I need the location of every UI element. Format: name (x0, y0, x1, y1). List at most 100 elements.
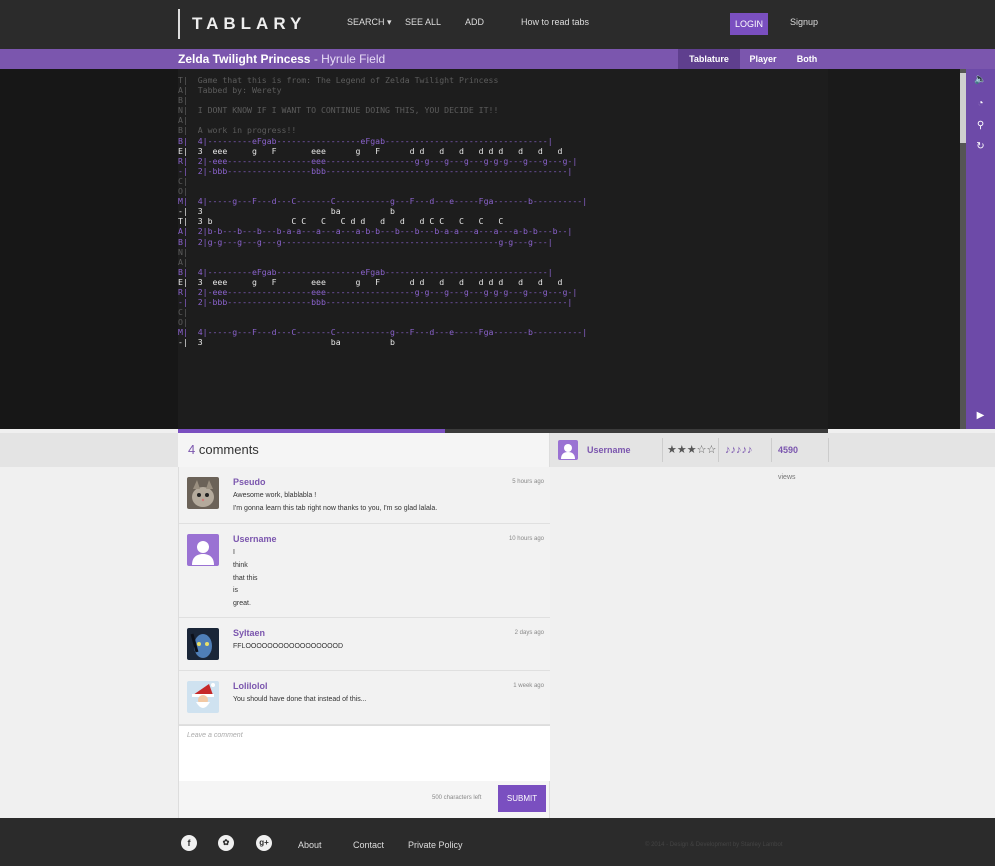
footer-link-contact[interactable]: Contact (353, 840, 384, 850)
tab-line: N| I DONT KNOW IF I WANT TO CONTINUE DOI… (178, 105, 499, 116)
cat-avatar[interactable] (187, 477, 219, 509)
song-title: Zelda Twilight Princess - Hyrule Field (178, 51, 385, 67)
tab-line: -| 3 ba b (178, 337, 395, 348)
tab-line: A| Tabbed by: Werety (178, 85, 282, 96)
characters-left: 500 characters left (432, 795, 482, 801)
divider (662, 438, 663, 462)
tab-line: T| Game that this is from: The Legend of… (178, 75, 499, 85)
comment-text: You should have done that instead of thi… (233, 696, 367, 703)
search-icon[interactable]: ⚲ (966, 120, 995, 131)
views-label: views (778, 474, 796, 481)
tab-both[interactable]: Both (786, 49, 828, 69)
right-gutter (828, 69, 960, 429)
top-nav: TABLARY SEARCH ▾ SEE ALL ADD How to read… (0, 0, 995, 49)
rating-stars: ★★★☆☆ (667, 444, 717, 456)
speed-gauge-icon[interactable]: ◔ (966, 98, 995, 109)
comments-header: 4 comments (178, 433, 550, 467)
copyright: © 2014 - Design & Development by Stanley… (645, 842, 783, 848)
default-avatar[interactable] (187, 534, 219, 566)
difficulty-notes: ♪♪♪♪♪ (725, 444, 753, 456)
nav-see-all[interactable]: SEE ALL (405, 17, 441, 27)
tab-line: E| 3 eee g F eee g F d d d d d d d d d d (178, 145, 563, 156)
nav-search[interactable]: SEARCH ▾ (347, 17, 392, 28)
comment-author[interactable]: Username (233, 534, 277, 544)
santa-avatar[interactable] (187, 681, 219, 713)
tab-line: A| 2|b-b---b---b---b-a-a---a---a---a-b-b… (178, 226, 573, 237)
nav-add[interactable]: ADD (465, 17, 484, 27)
footer: f ✿ g+ About Contact Private Policy © 20… (0, 818, 995, 866)
tablature-text: T| Game that this is from: The Legend of… (178, 75, 828, 348)
tab-line: C| (178, 175, 188, 186)
login-button[interactable]: LOGIN (730, 13, 768, 35)
tab-player[interactable]: Player (741, 49, 785, 69)
comment-item: Pseudo 5 hours ago Awesome work, blablab… (179, 467, 550, 524)
tab-line: N| (178, 246, 188, 257)
tab-line: O| (178, 317, 188, 328)
tab-line: O| (178, 186, 188, 197)
author-avatar[interactable] (558, 440, 578, 460)
tab-line: A| (178, 256, 188, 267)
submit-button[interactable]: SUBMIT (498, 785, 546, 812)
comment-text: FFLOOOOOOOOOOOOOOOOOD (233, 643, 344, 650)
comment-text: Awesome work, blablabla ! I'm gonna lear… (233, 492, 438, 512)
footer-link-privacy[interactable]: Private Policy (408, 840, 463, 850)
tablature-viewer: T| Game that this is from: The Legend of… (0, 69, 995, 429)
tab-line: B| 4|---------eFgab-----------------eFga… (178, 266, 553, 277)
comment-author[interactable]: Syltaen (233, 628, 265, 638)
tab-line: R| 2|-eee-----------------eee-----------… (178, 155, 578, 166)
tab-line: A| (178, 115, 188, 126)
tab-line: B| 2|g-g---g---g---g--------------------… (178, 236, 553, 247)
footer-link-about[interactable]: About (298, 840, 322, 850)
tab-tablature[interactable]: Tablature (678, 49, 740, 69)
title-separator: - (310, 52, 322, 66)
logo[interactable]: TABLARY (178, 9, 306, 39)
facebook-icon[interactable]: f (181, 835, 197, 851)
tab-line: E| 3 eee g F eee g F d d d d d d d d d d (178, 276, 563, 287)
comment-item: Username 10 hours ago I think that this … (179, 524, 550, 618)
song-name: Zelda Twilight Princess (178, 52, 311, 66)
tab-line: -| 2|-bbb-----------------bbb-----------… (178, 297, 573, 308)
volume-icon[interactable]: 🔈 (966, 74, 995, 85)
comment-author[interactable]: Lolilolol (233, 681, 268, 691)
refresh-icon[interactable]: ↻ (966, 141, 995, 152)
tab-line: -| 2|-bbb-----------------bbb-----------… (178, 165, 573, 176)
nav-how-to-read[interactable]: How to read tabs (521, 17, 589, 27)
tab-line: B| (178, 95, 188, 106)
song-title-bar: Zelda Twilight Princess - Hyrule Field T… (0, 49, 995, 69)
comment-placeholder: Leave a comment (187, 732, 243, 739)
comment-time: 2 days ago (514, 630, 544, 636)
tab-line: B| 4|---------eFgab-----------------eFga… (178, 135, 553, 146)
googleplus-icon[interactable]: g+ (256, 835, 272, 851)
divider (771, 438, 772, 462)
author-name[interactable]: Username (587, 438, 631, 462)
comment-input[interactable]: Leave a comment (179, 725, 550, 781)
divider (718, 438, 719, 462)
divider (828, 438, 829, 462)
tab-line: M| 4|-----g---F---d---C-------C---------… (178, 196, 588, 207)
player-toolbar: 🔈 ◔ ⚲ ↻ ▶ (966, 69, 995, 429)
tab-line: M| 4|-----g---F---d---C-------C---------… (178, 327, 588, 338)
signup-link[interactable]: Signup (790, 17, 818, 27)
comments-list: Pseudo 5 hours ago Awesome work, blablab… (178, 467, 550, 818)
tab-line: T| 3 b C C C C d d d d d C C C C C (178, 216, 504, 227)
comment-item: Lolilolol 1 week ago You should have don… (179, 671, 550, 725)
comment-time: 5 hours ago (512, 479, 544, 485)
comments-label: comments (195, 442, 259, 457)
left-gutter (0, 69, 178, 429)
comment-text: I think that this is great. (233, 549, 258, 608)
play-icon[interactable]: ▶ (966, 410, 995, 421)
twitter-icon[interactable]: ✿ (218, 835, 234, 851)
logo-text: TABLARY (192, 14, 307, 33)
comment-author[interactable]: Pseudo (233, 477, 266, 487)
tab-line: R| 2|-eee-----------------eee-----------… (178, 286, 578, 297)
page: TABLARY SEARCH ▾ SEE ALL ADD How to read… (0, 0, 995, 866)
comment-item: Syltaen 2 days ago FFLOOOOOOOOOOOOOOOOOD (179, 618, 550, 671)
tab-line: C| (178, 307, 188, 318)
song-subtitle: Hyrule Field (321, 52, 386, 66)
view-count: 4590 views (778, 438, 799, 481)
avatar-blue[interactable] (187, 628, 219, 660)
views-number: 4590 (778, 445, 799, 455)
tab-line: B| A work in progress!! (178, 125, 297, 136)
comment-time: 10 hours ago (508, 536, 544, 542)
comment-time: 1 week ago (513, 683, 544, 689)
